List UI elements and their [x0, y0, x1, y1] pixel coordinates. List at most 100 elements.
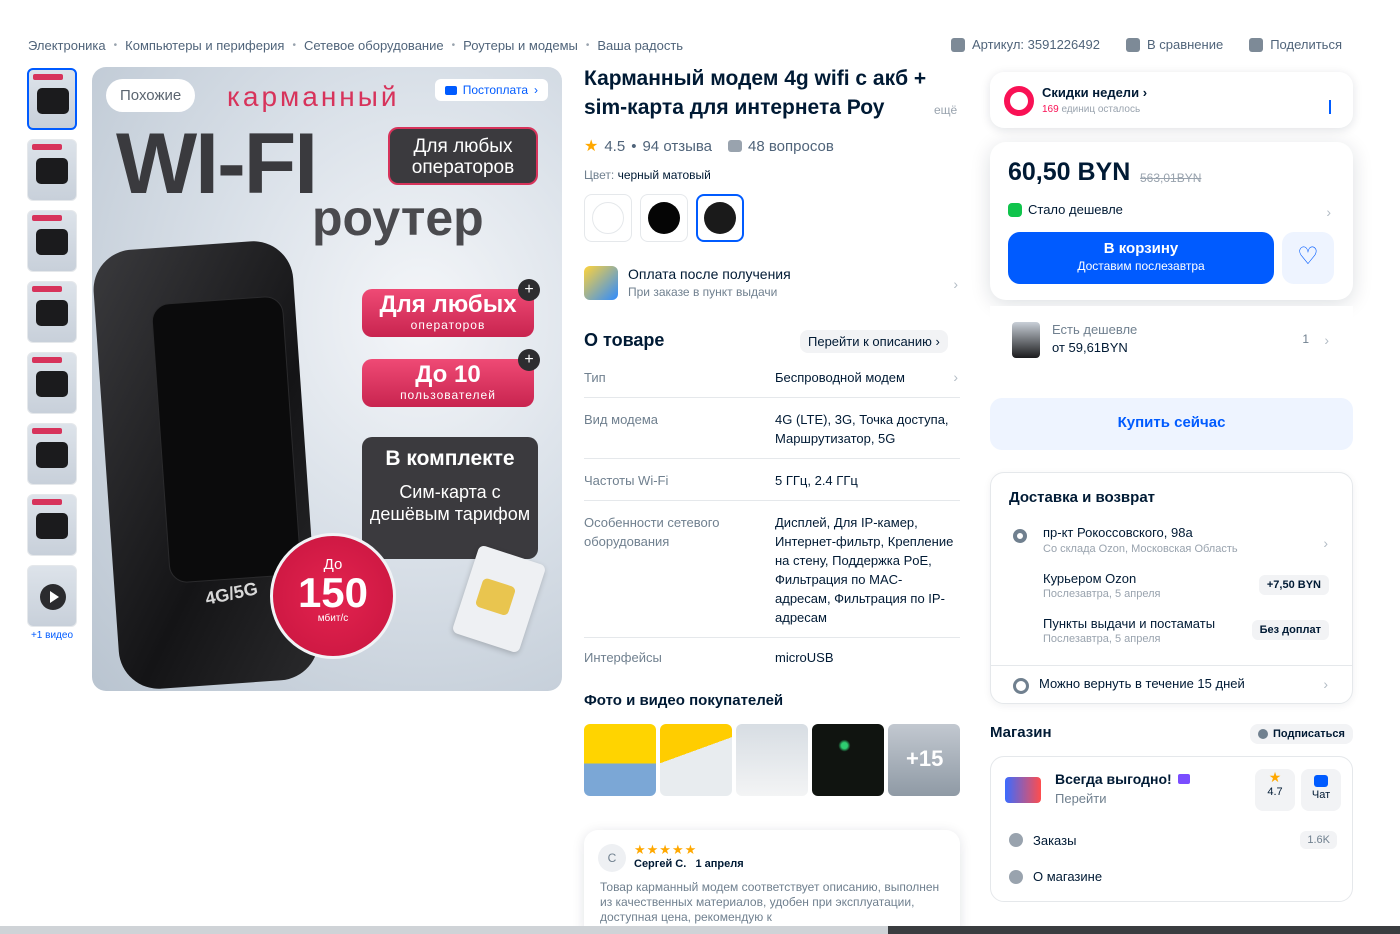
spec-row[interactable]: Тип Беспроводной модем ›: [584, 358, 960, 398]
thumbnail-5[interactable]: [27, 352, 77, 414]
thumbnail-6[interactable]: [27, 423, 77, 485]
breadcrumb-item[interactable]: Роутеры и модемы: [463, 38, 578, 53]
color-swatch-white[interactable]: [584, 194, 632, 242]
title-more-link[interactable]: ещё: [934, 103, 957, 117]
breadcrumb-item[interactable]: Ваша радость: [597, 38, 683, 53]
buy-now-button[interactable]: Купить сейчас: [990, 398, 1353, 450]
chevron-right-icon: ›: [953, 369, 958, 385]
review-card[interactable]: С ★★★★★ Сергей С. 1 апреля Товар карманн…: [584, 830, 960, 934]
thumbnail-device: [36, 371, 68, 397]
postpay-badge[interactable]: Постоплата ›: [434, 79, 548, 101]
customer-photo[interactable]: [660, 724, 732, 796]
favorite-heart-icon[interactable]: ♡: [1282, 232, 1334, 284]
image-badge-users: До 10 пользователей +: [362, 349, 540, 407]
thumbnail-7[interactable]: [27, 494, 77, 556]
reviews-count[interactable]: 94 отзыва: [642, 138, 712, 155]
sim-chip: [474, 577, 517, 617]
shop-chat-button[interactable]: Чат: [1301, 769, 1341, 811]
similar-button[interactable]: Похожие: [106, 79, 196, 112]
shop-name[interactable]: Всегда выгодно!: [1055, 771, 1190, 787]
thumbnail-4[interactable]: [27, 281, 77, 343]
add-to-cart-label: В корзину: [1103, 240, 1179, 257]
badge-big-text: До 10: [415, 361, 481, 388]
product-main-image[interactable]: 4G/5G карманный WI-FI роутер Для любых о…: [92, 67, 562, 691]
compare-label: В сравнение: [1146, 37, 1224, 52]
star-icon: ★: [1268, 769, 1282, 785]
image-text-pocket: карманный: [227, 81, 400, 112]
shop-name-text: Всегда выгодно!: [1055, 771, 1172, 787]
share-button[interactable]: Поделиться: [1249, 37, 1342, 52]
horizontal-scrollbar[interactable]: [0, 926, 1400, 934]
video-count-label[interactable]: +1 видео: [27, 630, 77, 641]
chevron-right-icon: ›: [953, 276, 958, 292]
breadcrumb-separator: •: [585, 40, 590, 51]
swatch-dot: [592, 202, 624, 234]
breadcrumb-separator: •: [292, 40, 296, 51]
color-swatch-black-matte[interactable]: [696, 194, 744, 242]
breadcrumb-item[interactable]: Компьютеры и периферия: [125, 38, 284, 53]
thumbnail-device: [37, 88, 69, 114]
spec-row: Интерфейсы microUSB: [584, 638, 960, 677]
about-shop-link[interactable]: О магазине: [1009, 869, 1102, 884]
go-to-description-label: Перейти к описанию: [808, 334, 932, 349]
about-heading: О товаре: [584, 330, 665, 350]
customer-photo-more[interactable]: +15: [888, 724, 960, 796]
scrollbar-thumb[interactable]: [888, 926, 1400, 934]
shop-rating[interactable]: ★ 4.7: [1255, 769, 1295, 811]
article-number[interactable]: Артикул: 3591226492: [950, 37, 1100, 52]
spec-value: 4G (LTE), 3G, Точка доступа, Маршрутизат…: [775, 412, 949, 446]
compare-button[interactable]: В сравнение: [1125, 37, 1224, 52]
questions-count[interactable]: 48 вопросов: [748, 138, 834, 155]
deals-count: 169: [1042, 104, 1059, 115]
image-badge-kit: В комплекте Сим-карта с дешёвым тарифом: [362, 437, 538, 559]
deals-title-text: Скидки недели: [1042, 85, 1140, 100]
cheaper-offer-title: Есть дешевле: [1052, 322, 1138, 337]
shop-go-link[interactable]: Перейти: [1055, 791, 1107, 806]
thumbnail-3[interactable]: [27, 210, 77, 272]
top-actions: Артикул: 3591226492 В сравнение Поделить…: [950, 37, 1342, 52]
price-dropped-row[interactable]: Стало дешевле: [1008, 202, 1123, 217]
customer-photo[interactable]: [812, 724, 884, 796]
weekly-deals-banner[interactable]: Скидки недели › 169 единиц осталось: [990, 72, 1353, 128]
return-policy-row[interactable]: Можно вернуть в течение 15 дней ›: [991, 665, 1352, 705]
customer-photo[interactable]: [584, 724, 656, 796]
breadcrumb-separator: •: [113, 40, 118, 51]
spec-row: Частоты Wi-Fi 5 ГГц, 2.4 ГГц: [584, 459, 960, 501]
payment-after-receipt[interactable]: Оплата после получения При заказе в пунк…: [584, 266, 960, 300]
thumbnail-strip: +1 видео: [27, 68, 81, 641]
thumbnail-2[interactable]: [27, 139, 77, 201]
subscribe-button[interactable]: Подписаться: [1250, 724, 1353, 744]
delivery-option-courier[interactable]: Курьером Ozon Послезавтра, 5 апреля +7,5…: [1043, 571, 1339, 600]
delivery-option-pickup[interactable]: Пункты выдачи и постаматы Послезавтра, 5…: [1043, 616, 1339, 645]
breadcrumb-item[interactable]: Сетевое оборудование: [304, 38, 444, 53]
chevron-right-icon: ›: [935, 334, 940, 349]
return-icon: [1013, 678, 1029, 694]
thumbnail-video[interactable]: [27, 565, 77, 627]
delivery-heading: Доставка и возврат: [1009, 489, 1156, 506]
spec-value: 5 ГГц, 2.4 ГГц: [775, 473, 858, 488]
breadcrumb-item[interactable]: Электроника: [28, 38, 106, 53]
cheaper-offer-row[interactable]: Есть дешевле от 59,61BYN 1 ›: [990, 306, 1353, 378]
cheaper-offer-price: от 59,61BYN: [1052, 340, 1128, 355]
rating-row[interactable]: ★ 4.5 • 94 отзыва 48 вопросов: [584, 136, 834, 156]
pickup-price: Без доплат: [1251, 620, 1329, 640]
price-card: 60,50 BYN 563,01BYN Стало дешевле › В ко…: [990, 142, 1353, 300]
orders-value: 1.6K: [1300, 831, 1337, 849]
cheaper-offer-count: 1: [1302, 332, 1309, 346]
go-to-description-button[interactable]: Перейти к описанию ›: [800, 330, 948, 353]
plus-icon: +: [518, 279, 540, 301]
subscribe-label: Подписаться: [1273, 728, 1345, 740]
delivery-address[interactable]: пр-кт Рокоссовского, 98а: [1043, 525, 1193, 540]
article-label: Артикул: 3591226492: [971, 37, 1100, 52]
customer-photo[interactable]: [736, 724, 808, 796]
deals-title: Скидки недели ›: [1042, 85, 1147, 100]
location-pin-icon: [1013, 529, 1027, 543]
chevron-right-icon: ›: [1323, 676, 1328, 692]
color-swatch-black[interactable]: [640, 194, 688, 242]
spec-value: Дисплей, Для IP-камер, Интернет-фильтр, …: [775, 515, 954, 625]
chevron-right-icon: ›: [1142, 85, 1148, 100]
chevron-right-icon: ›: [1324, 332, 1329, 348]
orders-icon: [1009, 833, 1023, 847]
thumbnail-1[interactable]: [27, 68, 77, 130]
add-to-cart-button[interactable]: В корзину Доставим послезавтра: [1008, 232, 1274, 284]
